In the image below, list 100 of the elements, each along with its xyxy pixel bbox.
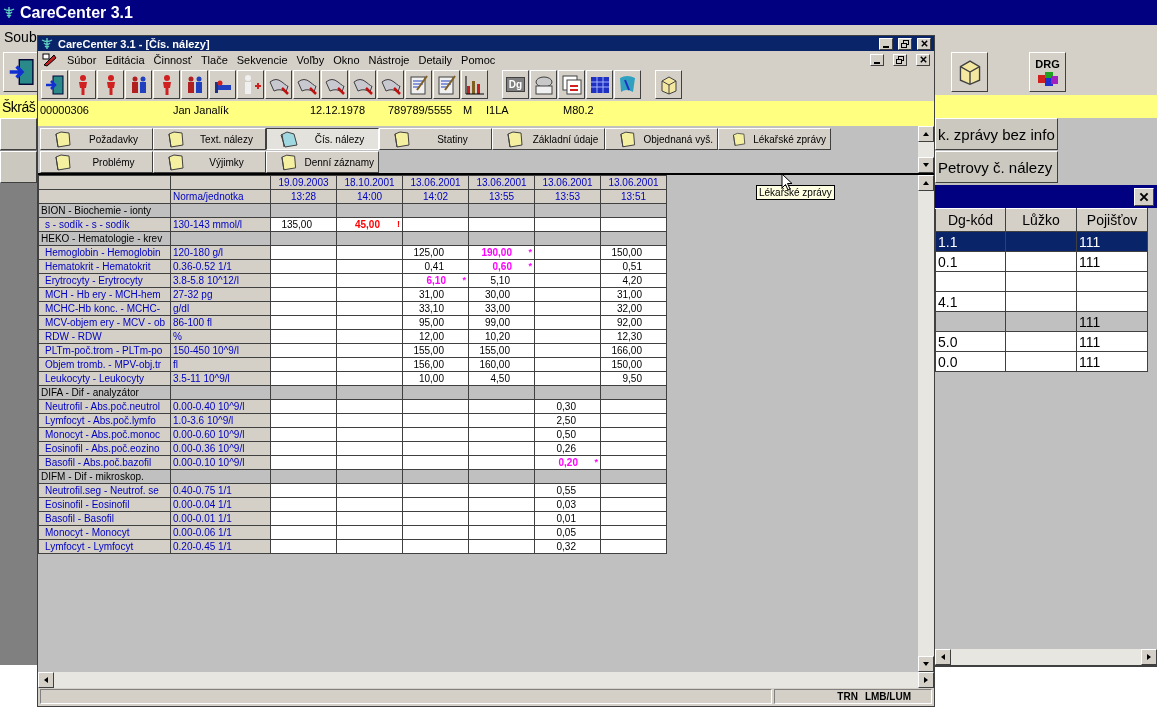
toolbar-button[interactable] — [558, 70, 585, 99]
scrollbar[interactable] — [918, 175, 934, 672]
toolbar-button[interactable] — [41, 70, 68, 99]
toolbar-button[interactable] — [293, 70, 320, 99]
patient-name: Škráš — [2, 98, 36, 115]
folder-icon — [731, 130, 748, 148]
menu-item[interactable]: Voľby — [296, 53, 325, 66]
scrollbar[interactable] — [38, 672, 934, 688]
tab[interactable]: Text. nálezy — [153, 128, 266, 150]
toolbar-button[interactable] — [321, 70, 348, 99]
toolbar-button[interactable] — [530, 70, 557, 99]
toolbar-button[interactable] — [181, 70, 208, 99]
scroll-right-button[interactable] — [918, 672, 934, 688]
toolbar-button[interactable] — [97, 70, 124, 99]
toolbar-button[interactable] — [405, 70, 432, 99]
table-row[interactable]: 4.1 — [935, 291, 1148, 312]
patient-field: M — [463, 104, 486, 116]
menu-item[interactable]: Soub — [4, 28, 37, 45]
patient-field: 00000306 — [40, 104, 173, 116]
date-header: 13.06.2001 — [534, 175, 601, 190]
menu-item[interactable]: Tlače — [200, 53, 228, 66]
toolbar-button[interactable] — [586, 70, 613, 99]
toolbar-button[interactable] — [377, 70, 404, 99]
menu-item[interactable]: Činnosť — [153, 53, 192, 66]
close-button[interactable] — [917, 37, 931, 50]
menu-item[interactable]: Súbor — [67, 53, 97, 66]
toolbar-button[interactable] — [69, 70, 96, 99]
menu-item[interactable]: Okno — [333, 53, 360, 66]
toolbar-button[interactable] — [209, 70, 236, 99]
toolbar-button[interactable]: Dg — [502, 70, 529, 99]
close-button[interactable] — [916, 53, 930, 66]
toolbar-button[interactable] — [153, 70, 180, 99]
side-button[interactable] — [0, 151, 37, 183]
side-button[interactable] — [0, 118, 37, 150]
column-header[interactable]: Lůžko — [1005, 208, 1077, 232]
scroll-down-button[interactable] — [918, 157, 934, 173]
table-cell: 111 — [1076, 311, 1148, 332]
tab[interactable]: Objednaná vyš. — [605, 128, 718, 150]
table-row[interactable]: 5.0 111 — [935, 331, 1148, 352]
arrow-left-icon — [939, 653, 947, 661]
menu-item[interactable]: Editácia — [105, 53, 145, 66]
column-header[interactable]: Pojišťov — [1076, 208, 1148, 232]
scroll-right-button[interactable] — [1141, 649, 1157, 665]
restore-icon — [901, 39, 909, 48]
minimize-button[interactable] — [879, 37, 893, 50]
patient-field: Jan Janalík — [173, 104, 310, 116]
close-icon — [918, 55, 928, 64]
toolbar-button[interactable] — [614, 70, 641, 99]
tab[interactable]: Problémy — [40, 151, 153, 173]
scroll-down-button[interactable] — [918, 656, 934, 672]
tab[interactable]: Statiny — [379, 128, 492, 150]
toolbar-button[interactable] — [655, 70, 682, 99]
menu-item[interactable]: Pomoc — [461, 53, 496, 66]
scroll-up-button[interactable] — [918, 175, 934, 191]
patient-field: I1LA — [486, 104, 563, 116]
date-header: 19.09.2003 — [270, 175, 337, 190]
scrollbar[interactable] — [918, 126, 934, 173]
arrow-left-icon — [42, 676, 50, 684]
caduceus-icon — [3, 6, 15, 19]
scroll-left-button[interactable] — [935, 649, 951, 665]
tab[interactable]: Základní údaje — [492, 128, 605, 150]
open-folder-icon — [279, 130, 299, 148]
report-button[interactable]: k. zprávy bez info — [935, 118, 1058, 150]
restore-button[interactable] — [893, 53, 907, 66]
table-row[interactable]: 1.1 111 — [935, 231, 1148, 252]
toolbar-button[interactable] — [237, 70, 264, 99]
toolbar-button[interactable] — [125, 70, 152, 99]
close-button[interactable] — [1134, 187, 1154, 206]
menu-item[interactable]: Nástroje — [368, 53, 410, 66]
app-menu-icon[interactable] — [42, 52, 58, 67]
table-row[interactable] — [935, 271, 1148, 292]
tab[interactable]: Požadavky — [40, 128, 153, 150]
menu-item[interactable]: Sekvencie — [236, 53, 288, 66]
report-button[interactable]: Petrovy č. nálezy — [935, 151, 1058, 183]
minimize-button[interactable] — [870, 53, 884, 66]
toolbar-button[interactable] — [265, 70, 292, 99]
restore-button[interactable] — [898, 37, 912, 50]
scroll-left-button[interactable] — [38, 672, 54, 688]
date-header: 13.06.2001 — [468, 175, 535, 190]
tab[interactable]: Lékařské zprávy — [718, 128, 831, 150]
toolbar-button[interactable] — [349, 70, 376, 99]
table-cell: 111 — [1076, 251, 1148, 272]
table-row[interactable]: 0.1 111 — [935, 251, 1148, 272]
tab[interactable]: Výjimky — [153, 151, 266, 173]
folder-icon — [166, 130, 186, 148]
scrollbar[interactable] — [935, 649, 1157, 665]
scroll-up-button[interactable] — [918, 126, 934, 142]
toolbar-button[interactable] — [433, 70, 460, 99]
table-row[interactable]: 0.0 111 — [935, 351, 1148, 372]
menu-item[interactable]: Detaily — [418, 53, 453, 66]
tab[interactable]: Čís. nálezy — [266, 128, 379, 150]
toolbar-button[interactable] — [461, 70, 488, 99]
tab[interactable]: Denní záznamy — [266, 151, 379, 173]
table-cell: 111 — [1076, 351, 1148, 372]
table-row[interactable]: 111 — [935, 311, 1148, 332]
toolbar-button[interactable] — [951, 51, 988, 92]
folder-icon — [53, 153, 73, 171]
toolbar-button[interactable]: DRG — [1029, 51, 1066, 92]
column-header[interactable]: Dg-kód — [935, 208, 1006, 232]
patient-field: 12.12.1978 — [310, 104, 388, 116]
